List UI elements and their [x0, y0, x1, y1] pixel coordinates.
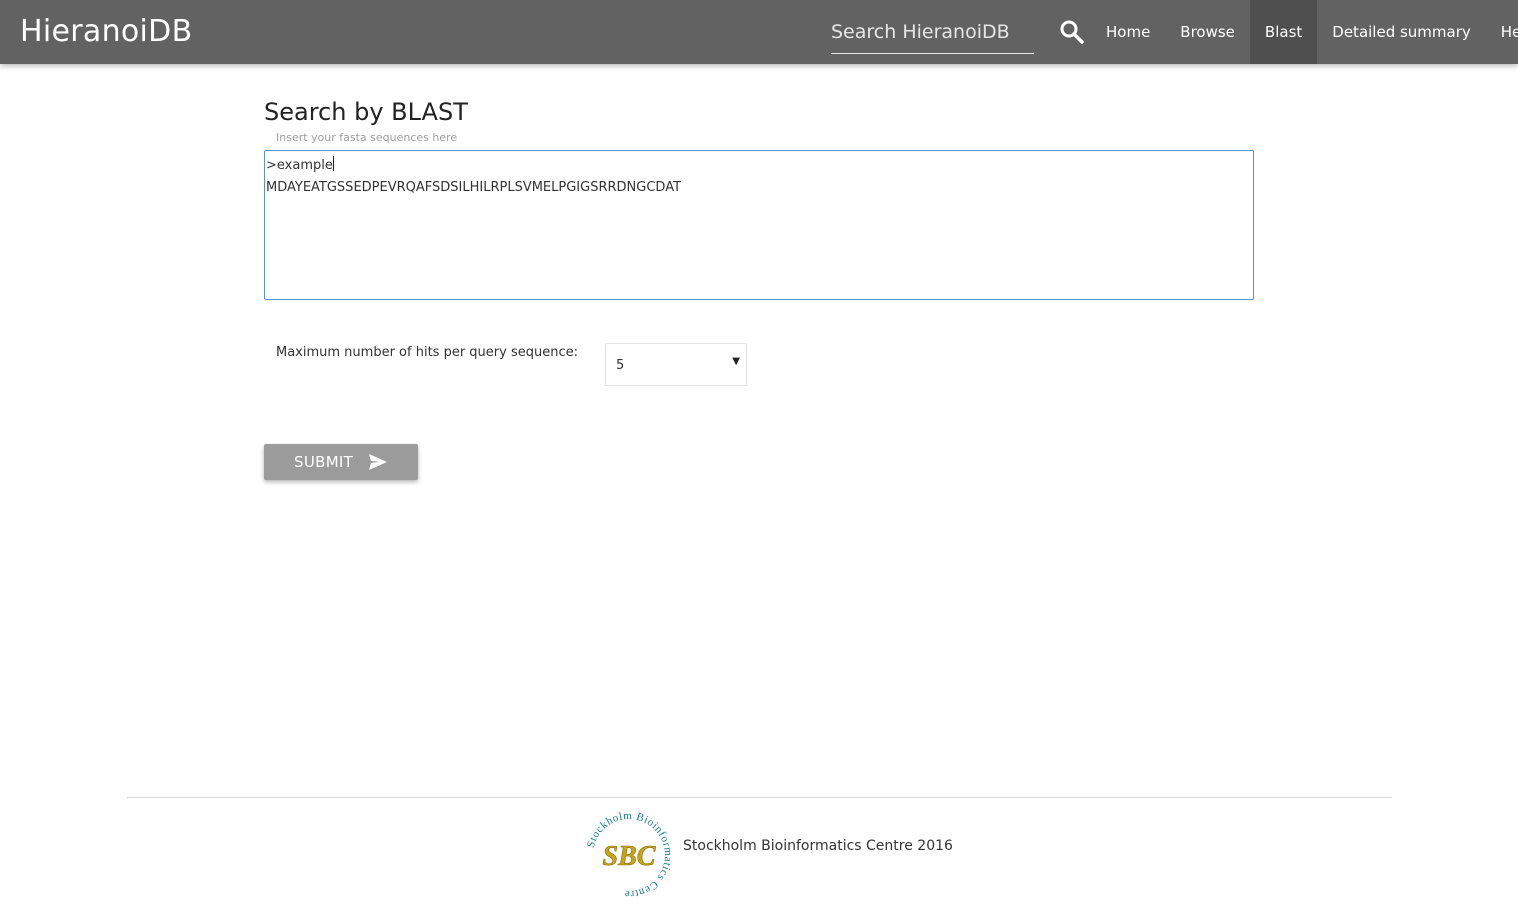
chevron-down-icon: ▼ [732, 356, 740, 367]
fasta-sequence-textarea[interactable]: >example MDAYEATGSSEDPEVRQAFSDSILHILRPLS… [264, 150, 1254, 300]
submit-button[interactable]: SUBMIT [264, 444, 418, 480]
top-navbar: HieranoiDB Home Browse Blast Detailed su… [0, 0, 1518, 64]
nav-browse[interactable]: Browse [1165, 0, 1250, 64]
sequence-header-text: >example [266, 158, 333, 173]
text-caret [332, 156, 334, 171]
send-icon [369, 454, 387, 470]
main-nav: Home Browse Blast Detailed summary Help [1091, 0, 1518, 64]
footer-divider [127, 797, 1392, 798]
page-title: Search by BLAST [264, 98, 468, 126]
nav-home[interactable]: Home [1091, 0, 1165, 64]
search-field[interactable] [831, 12, 1034, 54]
nav-blast[interactable]: Blast [1249, 0, 1318, 64]
max-hits-value: 5 [616, 358, 625, 373]
footer-copyright: Stockholm Bioinformatics Centre 2016 [683, 838, 953, 854]
nav-help[interactable]: Help [1486, 0, 1518, 64]
search-input[interactable] [831, 18, 1034, 46]
sequence-line: MDAYEATGSSEDPEVRQAFSDSILHILRPLSVMELPGIGS… [266, 180, 682, 195]
logo-text: SBC [603, 841, 656, 872]
sequence-hint-label: Insert your fasta sequences here [276, 131, 458, 144]
sbc-logo: Stockholm Bioinformatics Centre SBC [585, 810, 674, 900]
search-icon[interactable] [1059, 19, 1085, 45]
brand-title[interactable]: HieranoiDB [20, 14, 192, 50]
submit-label: SUBMIT [294, 453, 354, 471]
max-hits-select[interactable]: 5 ▼ [605, 343, 747, 386]
sequence-line: >example [266, 155, 1252, 177]
nav-detailed-summary[interactable]: Detailed summary [1317, 0, 1486, 64]
max-hits-label: Maximum number of hits per query sequenc… [276, 345, 578, 360]
